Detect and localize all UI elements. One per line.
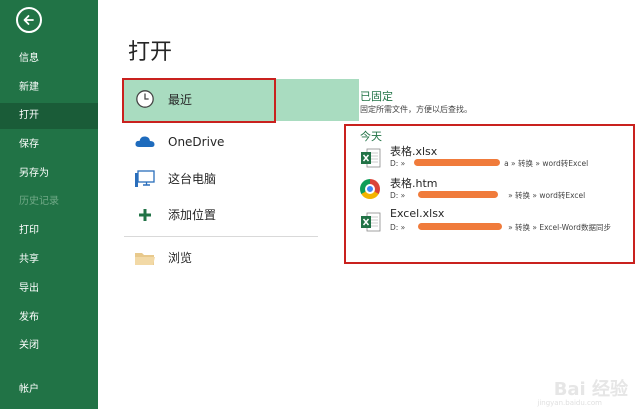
- file-name: 表格.xlsx: [390, 145, 438, 158]
- sidebar-item-save[interactable]: 保存: [0, 132, 98, 158]
- back-button[interactable]: [16, 7, 42, 33]
- location-label: 浏览: [168, 251, 193, 265]
- sidebar-item-print[interactable]: 打印: [0, 218, 98, 244]
- file-name: 表格.htm: [390, 177, 438, 190]
- location-this-pc[interactable]: 这台电脑: [124, 160, 332, 198]
- recent-file-item[interactable]: 表格.htm D: » » 转换 » word转Excel: [358, 175, 628, 205]
- sidebar-item-history: 历史记录: [19, 196, 59, 207]
- today-heading: 今天: [360, 130, 382, 143]
- chrome-icon: [360, 179, 382, 201]
- sidebar-item-save-as[interactable]: 另存为: [0, 161, 98, 187]
- backstage-sidebar: 信息 新建 打开 保存 另存为 历史记录 打印 共享 导出 发布 关闭 帐户: [0, 0, 98, 409]
- page-title: 打开: [128, 40, 173, 65]
- redaction-mark: [418, 223, 502, 230]
- file-path-suffix: » 转换 » Excel-Word数据同步: [508, 223, 611, 232]
- plus-icon: [139, 209, 151, 221]
- sidebar-item-open[interactable]: 打开: [0, 103, 98, 129]
- file-path-suffix: a » 转换 » word转Excel: [504, 159, 589, 168]
- file-path-prefix: D: »: [390, 159, 406, 168]
- recent-file-item[interactable]: Excel.xlsx D: » » 转换 » Excel-Word数据同步: [358, 207, 628, 237]
- watermark-url: jingyan.baidu.com: [537, 399, 602, 407]
- location-label: OneDrive: [168, 135, 225, 149]
- redaction-mark: [414, 159, 500, 166]
- file-name: Excel.xlsx: [390, 207, 445, 220]
- location-label: 这台电脑: [168, 172, 217, 186]
- sidebar-item-close[interactable]: 关闭: [0, 333, 98, 359]
- folder-icon: [135, 253, 155, 265]
- sidebar-item-export[interactable]: 导出: [0, 276, 98, 302]
- sidebar-item-account[interactable]: 帐户: [0, 377, 98, 403]
- file-path-prefix: D: »: [390, 223, 406, 232]
- location-label: 添加位置: [168, 208, 217, 222]
- recent-highlight-frame: [122, 78, 276, 123]
- recent-file-item[interactable]: 表格.xlsx D: » a » 转换 » word转Excel: [358, 143, 628, 173]
- divider: [124, 236, 318, 237]
- sidebar-item-share[interactable]: 共享: [0, 247, 98, 273]
- location-onedrive[interactable]: OneDrive: [124, 123, 332, 161]
- computer-icon: [135, 170, 155, 187]
- watermark-logo: Bai 经验: [553, 379, 628, 400]
- excel-file-icon: [361, 148, 381, 168]
- location-browse[interactable]: 浏览: [124, 239, 332, 277]
- sidebar-item-new[interactable]: 新建: [0, 75, 98, 101]
- excel-file-icon: [361, 212, 381, 232]
- sidebar-item-publish[interactable]: 发布: [0, 305, 98, 331]
- file-path-suffix: » 转换 » word转Excel: [508, 191, 586, 200]
- location-add-place[interactable]: 添加位置: [124, 196, 332, 234]
- sidebar-item-info[interactable]: 信息: [0, 46, 98, 72]
- cloud-icon: [135, 136, 155, 147]
- pinned-description: 固定所需文件，方便以后查找。: [360, 105, 472, 114]
- redaction-mark: [418, 191, 498, 198]
- pinned-heading: 已固定: [360, 90, 393, 103]
- back-arrow-icon: [23, 15, 34, 25]
- file-path-prefix: D: »: [390, 191, 406, 200]
